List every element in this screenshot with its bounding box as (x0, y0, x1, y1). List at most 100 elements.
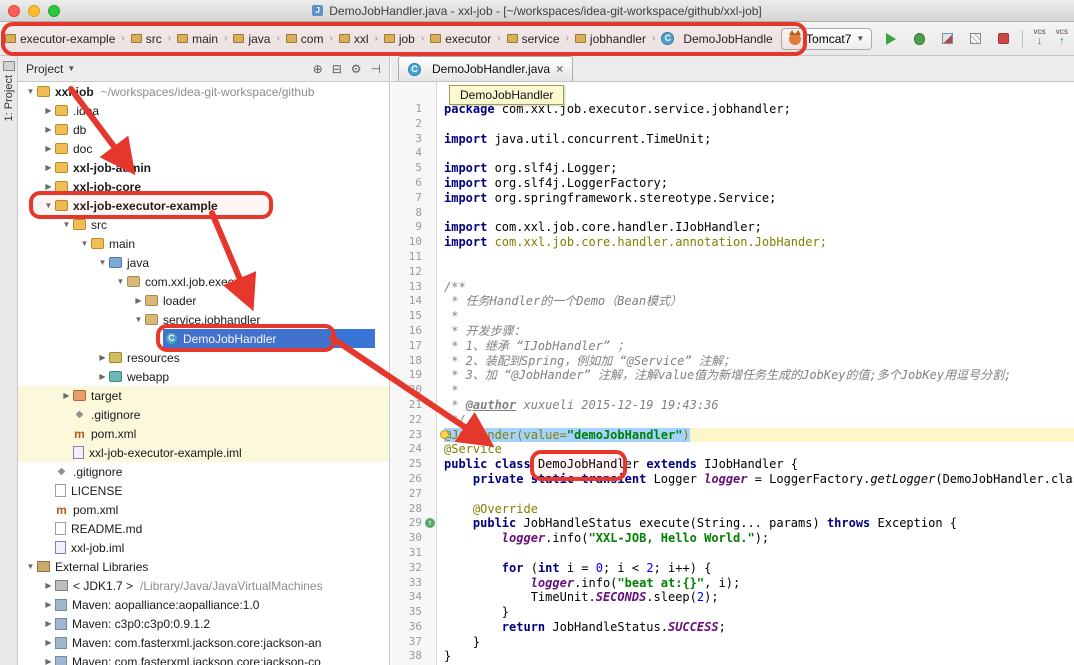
tree-chevron[interactable]: ▼ (24, 87, 37, 96)
gutter-line-number[interactable]: 27 (391, 487, 436, 502)
tree-chevron[interactable]: ▶ (42, 638, 55, 647)
breadcrumb-item-src[interactable]: src (128, 30, 165, 48)
tree-item-.idea[interactable]: ▶.idea (18, 101, 389, 120)
code-line[interactable]: return JobHandleStatus.SUCCESS; (444, 620, 1074, 635)
gutter-line-number[interactable]: 2 (391, 117, 436, 132)
code-line[interactable]: @JobHander(value="demoJobHandler") (444, 428, 1074, 443)
code-line[interactable]: import org.slf4j.Logger; (444, 161, 1074, 176)
editor-body[interactable]: DemoJobHandler 1234567891011121314151617… (391, 82, 1074, 665)
code-line[interactable] (444, 487, 1074, 502)
code-line[interactable]: * (444, 383, 1074, 398)
tree-item-xxl-job.iml[interactable]: xxl-job.iml (18, 538, 389, 557)
tree-item-.gitignore[interactable]: ◆.gitignore (18, 462, 389, 481)
gutter-line-number[interactable]: 11 (391, 250, 436, 265)
tree-item-src[interactable]: ▼src (18, 215, 389, 234)
code-line[interactable]: } (444, 605, 1074, 620)
toolwindow-switcher-icon[interactable] (3, 61, 15, 71)
tree-chevron[interactable]: ▶ (60, 391, 73, 400)
code-line[interactable]: logger.info("XXL-JOB, Hello World."); (444, 531, 1074, 546)
tree-item-pom.xml[interactable]: mpom.xml (18, 500, 389, 519)
stop-button[interactable] (994, 30, 1012, 48)
close-icon[interactable]: × (556, 62, 563, 76)
gutter-line-number[interactable]: 29↑ (391, 516, 436, 531)
code-line[interactable] (444, 146, 1074, 161)
tree-chevron[interactable]: ▶ (42, 600, 55, 609)
code-line[interactable]: * 1、继承 “IJobHandler” ； (444, 339, 1074, 354)
tree-chevron[interactable]: ▶ (42, 657, 55, 665)
gutter-line-number[interactable]: 1 (391, 102, 436, 117)
code-line[interactable]: /** (444, 280, 1074, 295)
code-line[interactable]: import com.xxl.job.core.handler.annotati… (444, 235, 1074, 250)
code-line[interactable]: @Override (444, 502, 1074, 517)
code-line[interactable]: public class DemoJobHandler extends IJob… (444, 457, 1074, 472)
code-line[interactable]: */ (444, 413, 1074, 428)
coverage-button[interactable] (938, 30, 956, 48)
code-line[interactable]: private static transient Logger logger =… (444, 472, 1074, 487)
code-line[interactable]: } (444, 649, 1074, 664)
code-line[interactable]: logger.info("beat at:{}", i); (444, 576, 1074, 591)
tree-chevron[interactable]: ▼ (60, 220, 73, 229)
tree-item-webapp[interactable]: ▶webapp (18, 367, 389, 386)
gutter-line-number[interactable]: 22 (391, 413, 436, 428)
gutter-line-number[interactable]: 28 (391, 502, 436, 517)
gutter-line-number[interactable]: 9 (391, 220, 436, 235)
code-area[interactable]: package com.xxl.job.executor.service.job… (438, 82, 1074, 665)
tree-chevron[interactable]: ▼ (78, 239, 91, 248)
code-line[interactable]: } (444, 635, 1074, 650)
tree-item-xxl-job-executor-example.iml[interactable]: xxl-job-executor-example.iml (18, 443, 389, 462)
gutter-line-number[interactable]: 34 (391, 590, 436, 605)
gutter-line-number[interactable]: 6 (391, 176, 436, 191)
tree-item-readme.md[interactable]: README.md (18, 519, 389, 538)
tree-item-doc[interactable]: ▶doc (18, 139, 389, 158)
tree-item-mavencom.fasterxml.jackson.corejackson-an[interactable]: ▶Maven: com.fasterxml.jackson.core:jacks… (18, 633, 389, 652)
gutter-line-number[interactable]: 16 (391, 324, 436, 339)
gutter-line-number[interactable]: 12 (391, 265, 436, 280)
breadcrumb-item-jobhandler[interactable]: jobhandler (572, 30, 649, 48)
project-view-dropdown[interactable]: ▼ (67, 64, 75, 73)
gutter-line-number[interactable]: 10 (391, 235, 436, 250)
code-line[interactable]: * 开发步骤： (444, 324, 1074, 339)
gutter-line-number[interactable]: 36 (391, 620, 436, 635)
code-line[interactable] (444, 250, 1074, 265)
tree-chevron[interactable]: ▶ (42, 106, 55, 115)
tree-chevron[interactable]: ▶ (96, 372, 109, 381)
tree-item-xxl-job-executor-example[interactable]: ▼xxl-job-executor-example (18, 196, 389, 215)
tree-item-main[interactable]: ▼main (18, 234, 389, 253)
tree-chevron[interactable]: ▶ (96, 353, 109, 362)
hide-panel-icon[interactable]: ⊣ (371, 62, 381, 76)
tree-item-xxl-job-core[interactable]: ▶xxl-job-core (18, 177, 389, 196)
tree-item-mavenc3p0c3p00.9.1.2[interactable]: ▶Maven: c3p0:c3p0:0.9.1.2 (18, 614, 389, 633)
gutter-line-number[interactable]: 13 (391, 280, 436, 295)
tree-item-jdk1.7[interactable]: ▶< JDK1.7 >/Library/Java/JavaVirtualMach… (18, 576, 389, 595)
run-configuration-selector[interactable]: Tomcat7 ▼ (781, 28, 872, 50)
code-line[interactable] (444, 546, 1074, 561)
breadcrumb-item-java[interactable]: java (230, 30, 273, 48)
tree-chevron[interactable]: ▼ (24, 562, 37, 571)
tree-item-xxl-job-admin[interactable]: ▶xxl-job-admin (18, 158, 389, 177)
debug-button[interactable] (910, 30, 928, 48)
gutter-line-number[interactable]: 31 (391, 546, 436, 561)
tree-item-mavenaopallianceaopalliance1.0[interactable]: ▶Maven: aopalliance:aopalliance:1.0 (18, 595, 389, 614)
tree-chevron[interactable]: ▼ (42, 201, 55, 210)
vcs-update-button[interactable]: VCS ↓ (1033, 30, 1045, 47)
breadcrumb-item-service[interactable]: service (504, 30, 563, 48)
breadcrumb-item-com[interactable]: com (283, 30, 327, 48)
tree-item-com.xxl.job.executor[interactable]: ▼com.xxl.job.executor (18, 272, 389, 291)
gutter-line-number[interactable]: 4 (391, 146, 436, 161)
gutter-line-number[interactable]: 32 (391, 561, 436, 576)
code-line[interactable] (444, 206, 1074, 221)
code-line[interactable]: * 3、加 “@JobHander” 注解，注解value值为新增任务生成的Jo… (444, 368, 1074, 383)
gutter-line-number[interactable]: 26 (391, 472, 436, 487)
tree-item-target[interactable]: ▶target (18, 386, 389, 405)
tree-chevron[interactable]: ▼ (132, 315, 145, 324)
breadcrumb-item-executor-example[interactable]: executor-example (2, 30, 118, 48)
tree-chevron[interactable]: ▶ (42, 581, 55, 590)
gutter-line-number[interactable]: 3 (391, 132, 436, 147)
override-gutter-icon[interactable]: ↑ (425, 518, 435, 528)
vcs-commit-button[interactable]: VCS ↑ (1056, 30, 1068, 47)
collapse-all-icon[interactable]: ⊟ (332, 62, 342, 76)
tree-item-loader[interactable]: ▶loader (18, 291, 389, 310)
tree-chevron[interactable]: ▼ (114, 277, 127, 286)
breadcrumb-item-job[interactable]: job (381, 30, 418, 48)
code-line[interactable]: public JobHandleStatus execute(String...… (444, 516, 1074, 531)
